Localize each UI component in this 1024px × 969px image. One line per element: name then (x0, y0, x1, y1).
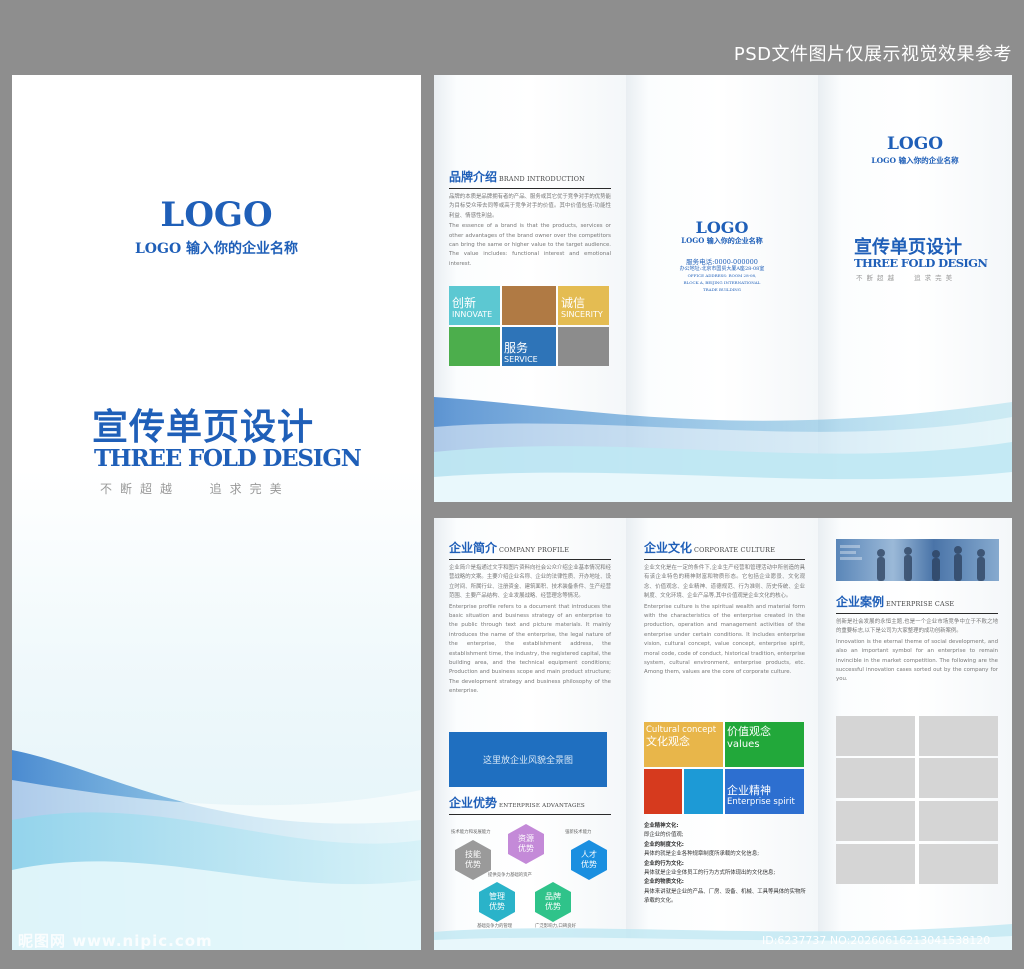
case-image-placeholder (919, 758, 998, 798)
culture-tile-cultural-concept: Cultural concept 文化观念 (644, 722, 723, 767)
cover-waves (12, 750, 421, 950)
case-image-placeholder (919, 716, 998, 756)
front-title-en: THREE FOLD DESIGN (854, 256, 988, 270)
cases-heading-rule (836, 613, 998, 614)
culture-list-item: 企业精神文化: (644, 823, 679, 829)
cover-page: LOGO LOGO 输入你的企业名称 宣传单页设计 THREE FOLD DES… (12, 75, 421, 950)
advantages-heading-rule (449, 814, 611, 815)
brand-heading: 品牌介绍 BRAND INTRODUCTION (449, 170, 585, 184)
culture-text-cn: 企业文化是在一定的条件下,企业生产经营和管理活动中所创造的具有该企业特色的精神财… (644, 565, 805, 600)
back-company: LOGO 输入你的企业名称 (681, 236, 763, 245)
cover-slogan-left: 不断超越 (100, 482, 181, 496)
profile-banner: 这里放企业风貌全景图 (449, 732, 607, 787)
cover-slogan-right: 追求完美 (209, 482, 290, 496)
profile-heading: 企业简介 COMPANY PROFILE (449, 541, 570, 555)
culture-heading-rule (644, 559, 805, 560)
back-logo: LOGO (695, 218, 749, 237)
watermark-bottom-right: ID:6237737 NO:20260616213041538120 (762, 934, 991, 947)
case-image-placeholder (919, 844, 998, 884)
front-company: LOGO 输入你的企业名称 (871, 156, 959, 165)
cover-company-name: LOGO 输入你的企业名称 (134, 241, 299, 257)
brand-heading-rule (449, 188, 611, 189)
panel-profile: 企业简介 COMPANY PROFILE 企业简介是指通过文字和图片资料向社会公众… (434, 518, 626, 950)
culture-tile-enterprise-spirit: 企业精神 Enterprise spirit (725, 769, 804, 814)
advantages-heading: 企业优势 ENTERPRISE ADVANTAGES (449, 796, 585, 810)
brand-tile-4 (449, 327, 500, 366)
profile-heading-rule (449, 559, 611, 560)
front-slogan-left: 不断超越 (856, 274, 898, 282)
case-image-placeholder (836, 716, 915, 756)
brand-text-cn: 品牌的本质是品牌拥有者的产品、服务或其它优于竞争对手的优势能为目标受众带去同等或… (449, 194, 611, 219)
cover-title-cn: 宣传单页设计 (92, 406, 315, 448)
cover-slogan: 不断超越 追求完美 (100, 480, 290, 497)
outer-waves (434, 397, 1012, 502)
case-image-placeholder (836, 844, 915, 884)
case-image-placeholder (919, 801, 998, 841)
culture-list-item: 企业的制度文化: (644, 841, 684, 848)
case-photo-people-icon (840, 545, 985, 581)
brand-tile-sincerity: 诚信 SINCERITY (558, 286, 609, 325)
brand-tile-6 (558, 327, 609, 366)
profile-text-en: Enterprise profile refers to a document … (449, 603, 611, 695)
culture-list-item-text: 具体的就是企业各种规章制度所承载的文化信息; (644, 851, 760, 858)
inner-trifold: 企业简介 COMPANY PROFILE 企业简介是指通过文字和图片资料向社会公众… (434, 518, 1012, 950)
brand-text-en: The essence of a brand is that the produ… (449, 223, 611, 267)
watermark-top: PSD文件图片仅展示视觉效果参考 (733, 44, 1012, 65)
brand-tile-innovate: 创新 INNOVATE (449, 286, 500, 325)
profile-text-cn: 企业简介是指通过文字和图片资料向社会公众介绍企业基本情况和经营战略的文案。主要介… (449, 565, 611, 600)
culture-text-en: Enterprise culture is the spiritual weal… (644, 603, 805, 676)
back-address-cn: 办公地址:北京市国贸大厦A座28-08室 (679, 266, 765, 272)
cases-heading: 企业案例 ENTERPRISE CASE (836, 595, 955, 609)
culture-heading: 企业文化 CORPORATE CULTURE (644, 541, 776, 555)
case-image-placeholder (836, 758, 915, 798)
hex-talent: 人才 优势 (571, 840, 607, 880)
case-image-placeholder (836, 801, 915, 841)
back-address-en-1: OFFICE ADDRESS: ROOM 28-08, (687, 273, 757, 278)
cover-logo: LOGO (160, 195, 273, 235)
culture-list-item-text: 具体来讲就是企业的产品、厂房、设备、机械、工具等具体的实物所承载的文化。 (644, 888, 806, 905)
culture-list-item-text: 即企业的价值观; (644, 832, 684, 839)
culture-tile-values: 价值观念 values (725, 722, 804, 767)
culture-list-item: 企业的行为文化: (644, 860, 684, 867)
adv-note-1: 技术能力和发展能力 (451, 830, 491, 835)
cover-title-en: THREE FOLD DESIGN (94, 445, 362, 472)
hex-skills: 技能 优势 (455, 840, 491, 880)
culture-tile-red (644, 769, 682, 814)
adv-note-3: 提供竞争力基础的资产 (488, 873, 532, 878)
front-slogan-right: 追求完美 (914, 274, 957, 282)
adv-note-2: 强新技术能力 (565, 830, 592, 835)
brand-tile-service: 服务 SERVICE (502, 327, 556, 366)
panel-cases: 企业案例 ENTERPRISE CASE 创新是社会发展的永恒主题,也是一个企业市… (818, 518, 1012, 950)
culture-list-item-text: 具体就是企业全体员工的行为方式所体现出的文化信息; (644, 870, 776, 877)
cases-text-en: Innovation is the eternal theme of socia… (836, 638, 998, 683)
outer-trifold: 品牌介绍 BRAND INTRODUCTION 品牌的本质是品牌拥有者的产品、服务… (434, 75, 1012, 502)
culture-tile-blue (684, 769, 723, 814)
watermark-bottom-left: 昵图网 www.nipic.com (18, 932, 213, 950)
brand-tile-2 (502, 286, 556, 325)
panel-culture: 企业文化 CORPORATE CULTURE 企业文化是在一定的条件下,企业生产经… (626, 518, 818, 950)
culture-list-item: 企业的物质文化: (644, 879, 684, 886)
back-address-en-3: TRADE BUILDING (703, 287, 741, 292)
hex-resources: 资源 优势 (508, 824, 544, 864)
case-photo (836, 539, 999, 581)
front-logo: LOGO (886, 134, 944, 154)
back-address-en-2: BLOCK A, BEIJING INTERNATIONAL (683, 280, 761, 285)
culture-list: 企业精神文化: 即企业的价值观; 企业的制度文化: 具体的就是企业各种规章制度所… (644, 822, 806, 907)
front-slogan: 不断超越 追求完美 (856, 272, 956, 282)
cases-text-cn: 创新是社会发展的永恒主题,也是一个企业市场竞争中立于不败之地的重要标志,以下是公… (836, 619, 998, 635)
